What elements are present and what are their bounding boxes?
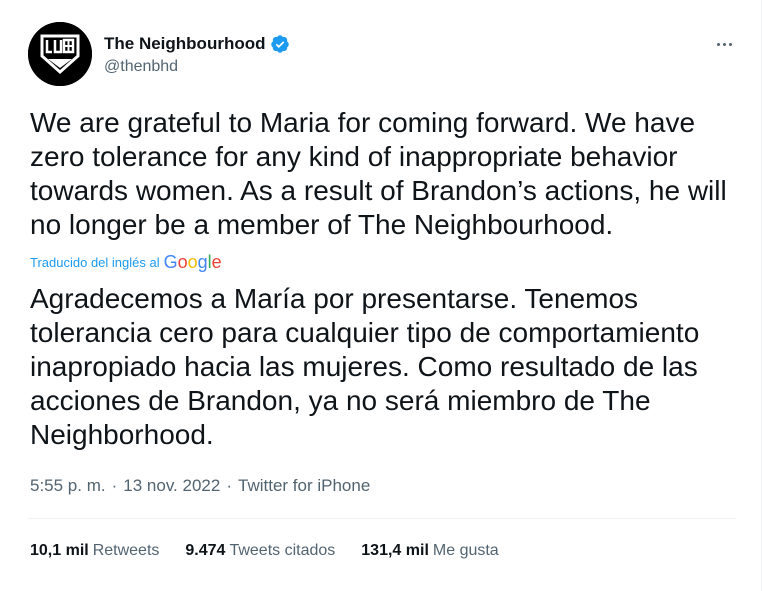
- band-logo-icon: [28, 22, 92, 86]
- meta-separator: ·: [226, 476, 232, 495]
- more-dot: [728, 42, 732, 46]
- tweet-date[interactable]: 13 nov. 2022: [123, 476, 220, 496]
- likes-stat[interactable]: 131,4 mil Me gusta: [361, 542, 498, 560]
- author-name-row[interactable]: The Neighbourhood: [104, 32, 290, 56]
- retweets-label: Retweets: [92, 542, 160, 559]
- divider: [28, 518, 736, 519]
- tweet-source[interactable]: Twitter for iPhone: [238, 476, 370, 496]
- tweet-stats: 10,1 mil Retweets 9.474 Tweets citados 1…: [30, 542, 525, 560]
- quote-tweets-count: 9.474: [185, 542, 226, 559]
- google-logo: Google: [163, 251, 222, 272]
- tweet-time[interactable]: 5:55 p. m.: [30, 476, 106, 496]
- likes-count: 131,4 mil: [361, 542, 429, 559]
- more-dot: [722, 42, 726, 46]
- likes-label: Me gusta: [432, 542, 499, 559]
- retweets-stat[interactable]: 10,1 mil Retweets: [30, 542, 159, 560]
- translated-from-label[interactable]: Traducido del inglés al: [30, 255, 160, 270]
- translation-attribution[interactable]: Traducido del inglés al Google: [30, 250, 222, 274]
- author-handle[interactable]: @thenbhd: [104, 58, 178, 76]
- quote-tweets-label: Tweets citados: [229, 542, 336, 559]
- more-options-icon[interactable]: [712, 34, 736, 54]
- translated-text: Agradecemos a María por presentarse. Ten…: [30, 283, 700, 450]
- author-display-name[interactable]: The Neighbourhood: [104, 34, 265, 54]
- meta-separator: ·: [111, 476, 118, 495]
- avatar[interactable]: [28, 22, 92, 86]
- quote-tweets-stat[interactable]: 9.474 Tweets citados: [185, 542, 335, 560]
- verified-badge-icon: [270, 34, 290, 54]
- retweets-count: 10,1 mil: [30, 542, 89, 559]
- more-dot: [716, 42, 720, 46]
- tweet-meta: 5:55 p. m. · 13 nov. 2022 · Twitter for …: [30, 476, 370, 496]
- tweet-card: The Neighbourhood @thenbhd We are gratef…: [0, 0, 762, 591]
- tweet-text: We are grateful to Maria for coming forw…: [30, 107, 727, 240]
